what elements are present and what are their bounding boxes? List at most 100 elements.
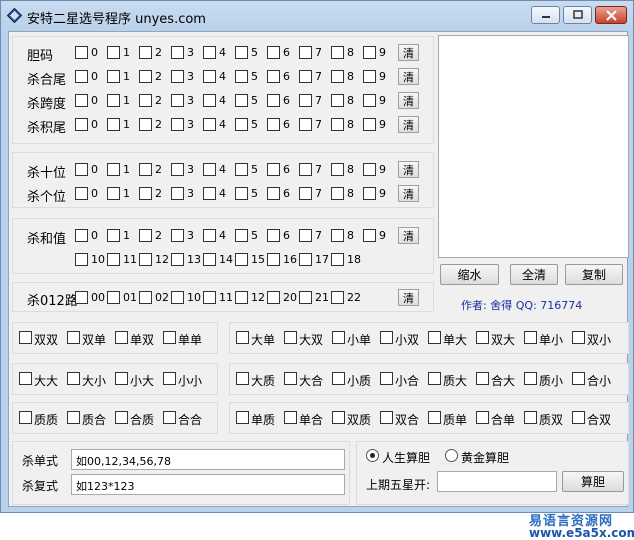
kill-single-input[interactable]: 如00,12,34,56,78 [71,449,345,470]
option-checkbox[interactable] [299,187,312,200]
shrink-button[interactable]: 缩水 [440,264,499,285]
option-checkbox[interactable] [171,163,184,176]
option-checkbox[interactable] [171,94,184,107]
option-checkbox[interactable] [267,70,280,83]
option-checkbox[interactable] [235,253,248,266]
option-checkbox[interactable] [203,94,216,107]
option-checkbox[interactable] [171,229,184,242]
prev-open-input[interactable] [437,471,557,492]
option-checkbox[interactable] [139,229,152,242]
option-checkbox[interactable] [235,118,248,131]
copy-button[interactable]: 复制 [565,264,623,285]
option-checkbox[interactable] [171,187,184,200]
option-checkbox[interactable] [235,70,248,83]
option-checkbox[interactable] [75,253,88,266]
option-checkbox[interactable] [203,46,216,59]
option-checkbox[interactable] [171,46,184,59]
clear-row-button[interactable]: 清 [398,44,419,61]
clear-row-button[interactable]: 清 [398,68,419,85]
option-checkbox[interactable] [331,118,344,131]
option-checkbox[interactable] [139,94,152,107]
clear-all-button[interactable]: 全清 [510,264,558,285]
option-checkbox[interactable] [363,229,376,242]
option-checkbox[interactable] [363,187,376,200]
kill-multi-input[interactable]: 如123*123 [71,474,345,495]
option-checkbox[interactable] [171,118,184,131]
option-checkbox[interactable] [235,163,248,176]
option-checkbox[interactable] [363,94,376,107]
option-checkbox[interactable] [107,229,120,242]
option-checkbox[interactable] [299,46,312,59]
option-checkbox[interactable] [331,46,344,59]
option-checkbox[interactable] [299,163,312,176]
option-checkbox[interactable] [331,291,344,304]
option-checkbox[interactable] [75,291,88,304]
clear-row-button[interactable]: 清 [398,185,419,202]
option-checkbox[interactable] [299,70,312,83]
option-checkbox[interactable] [363,46,376,59]
option-checkbox[interactable] [267,253,280,266]
option-checkbox[interactable] [235,187,248,200]
clear-row-button[interactable]: 清 [398,116,419,133]
option-checkbox[interactable] [331,70,344,83]
option-checkbox[interactable] [139,70,152,83]
minimize-button[interactable] [531,6,560,24]
clear-row-button[interactable]: 清 [398,227,419,244]
option-checkbox[interactable] [203,187,216,200]
option-checkbox[interactable] [75,118,88,131]
option-checkbox[interactable] [203,229,216,242]
option-checkbox[interactable] [331,163,344,176]
option-checkbox[interactable] [107,253,120,266]
option-checkbox[interactable] [363,118,376,131]
option-checkbox[interactable] [331,187,344,200]
option-checkbox[interactable] [139,291,152,304]
option-checkbox[interactable] [203,118,216,131]
option-checkbox[interactable] [107,46,120,59]
option-checkbox[interactable] [107,187,120,200]
option-checkbox[interactable] [139,118,152,131]
option-checkbox[interactable] [171,253,184,266]
option-checkbox[interactable] [139,163,152,176]
option-checkbox[interactable] [267,46,280,59]
maximize-button[interactable] [563,6,592,24]
option-checkbox[interactable] [75,70,88,83]
option-checkbox[interactable] [299,94,312,107]
option-checkbox[interactable] [171,70,184,83]
combo-checkbox[interactable] [163,331,176,344]
option-checkbox[interactable] [107,70,120,83]
combo-checkbox[interactable] [163,372,176,385]
option-checkbox[interactable] [267,291,280,304]
life-calc-radio[interactable] [366,449,379,462]
option-checkbox[interactable] [331,94,344,107]
option-checkbox[interactable] [203,253,216,266]
option-checkbox[interactable] [107,94,120,107]
option-checkbox[interactable] [267,229,280,242]
option-checkbox[interactable] [75,229,88,242]
option-checkbox[interactable] [331,253,344,266]
combo-checkbox[interactable] [572,372,585,385]
clear-row-button[interactable]: 清 [398,289,419,306]
combo-checkbox[interactable] [572,411,585,424]
option-checkbox[interactable] [107,291,120,304]
gold-calc-radio[interactable] [445,449,458,462]
clear-row-button[interactable]: 清 [398,92,419,109]
option-checkbox[interactable] [75,187,88,200]
option-checkbox[interactable] [171,291,184,304]
option-checkbox[interactable] [75,46,88,59]
option-checkbox[interactable] [235,229,248,242]
option-checkbox[interactable] [267,94,280,107]
combo-checkbox[interactable] [572,331,585,344]
option-checkbox[interactable] [139,253,152,266]
result-textarea[interactable] [438,35,629,258]
close-button[interactable] [595,6,627,24]
option-checkbox[interactable] [203,70,216,83]
option-checkbox[interactable] [267,118,280,131]
option-checkbox[interactable] [299,253,312,266]
clear-row-button[interactable]: 清 [398,161,419,178]
combo-checkbox[interactable] [163,411,176,424]
option-checkbox[interactable] [299,229,312,242]
option-checkbox[interactable] [299,118,312,131]
option-checkbox[interactable] [203,163,216,176]
option-checkbox[interactable] [107,163,120,176]
option-checkbox[interactable] [203,291,216,304]
